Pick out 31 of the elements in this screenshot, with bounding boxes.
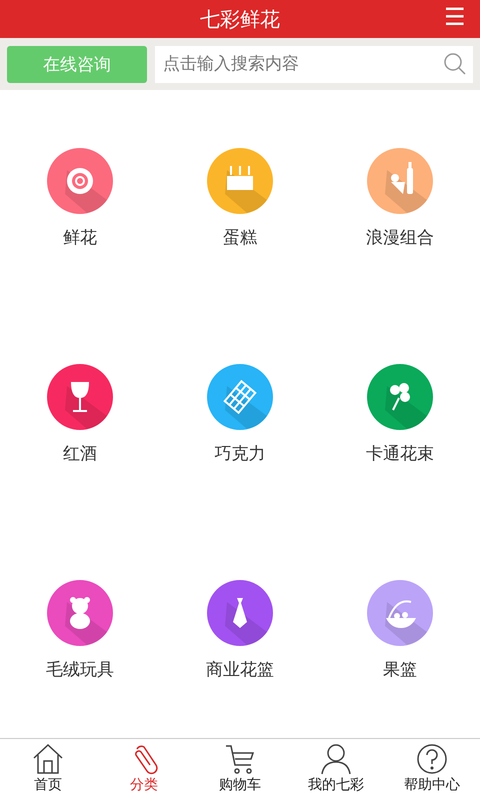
category-icon[interactable] bbox=[47, 364, 113, 430]
category-label[interactable]: 浪漫组合 bbox=[366, 226, 434, 249]
home-icon bbox=[31, 743, 65, 775]
category-icon[interactable] bbox=[207, 364, 273, 430]
category-icon[interactable] bbox=[207, 148, 273, 214]
category-icon[interactable] bbox=[367, 580, 433, 646]
category-label[interactable]: 卡通花束 bbox=[366, 442, 434, 465]
nav-tab[interactable]: 我的七彩 bbox=[288, 739, 384, 800]
nav-tab[interactable]: 分类 bbox=[96, 739, 192, 800]
cart-icon bbox=[223, 743, 257, 775]
search-field[interactable]: 点击输入搜索内容 bbox=[155, 46, 473, 82]
menu-button[interactable]: ☰ bbox=[444, 3, 466, 33]
category-label[interactable]: 蛋糕 bbox=[223, 226, 257, 249]
help-icon bbox=[415, 743, 449, 775]
category-label[interactable]: 红酒 bbox=[63, 442, 97, 465]
person-icon bbox=[319, 743, 353, 775]
category-label[interactable]: 巧克力 bbox=[214, 442, 266, 465]
category-label[interactable]: 毛绒玩具 bbox=[46, 658, 114, 681]
category-label[interactable]: 果篮 bbox=[383, 658, 417, 681]
category-icon[interactable] bbox=[47, 580, 113, 646]
category-label[interactable]: 鲜花 bbox=[63, 226, 97, 249]
nav-tab[interactable]: 购物车 bbox=[192, 739, 288, 800]
nav-tab[interactable]: 帮助中心 bbox=[384, 739, 480, 800]
category-icon[interactable] bbox=[367, 148, 433, 214]
app-title: 七彩鲜花 bbox=[200, 6, 280, 32]
category-icon[interactable] bbox=[47, 148, 113, 214]
category-icon[interactable] bbox=[207, 580, 273, 646]
category-label[interactable]: 商业花篮 bbox=[206, 658, 274, 681]
category-icon[interactable] bbox=[367, 364, 433, 430]
search-icon bbox=[443, 52, 467, 76]
nav-tab[interactable]: 首页 bbox=[0, 739, 96, 800]
